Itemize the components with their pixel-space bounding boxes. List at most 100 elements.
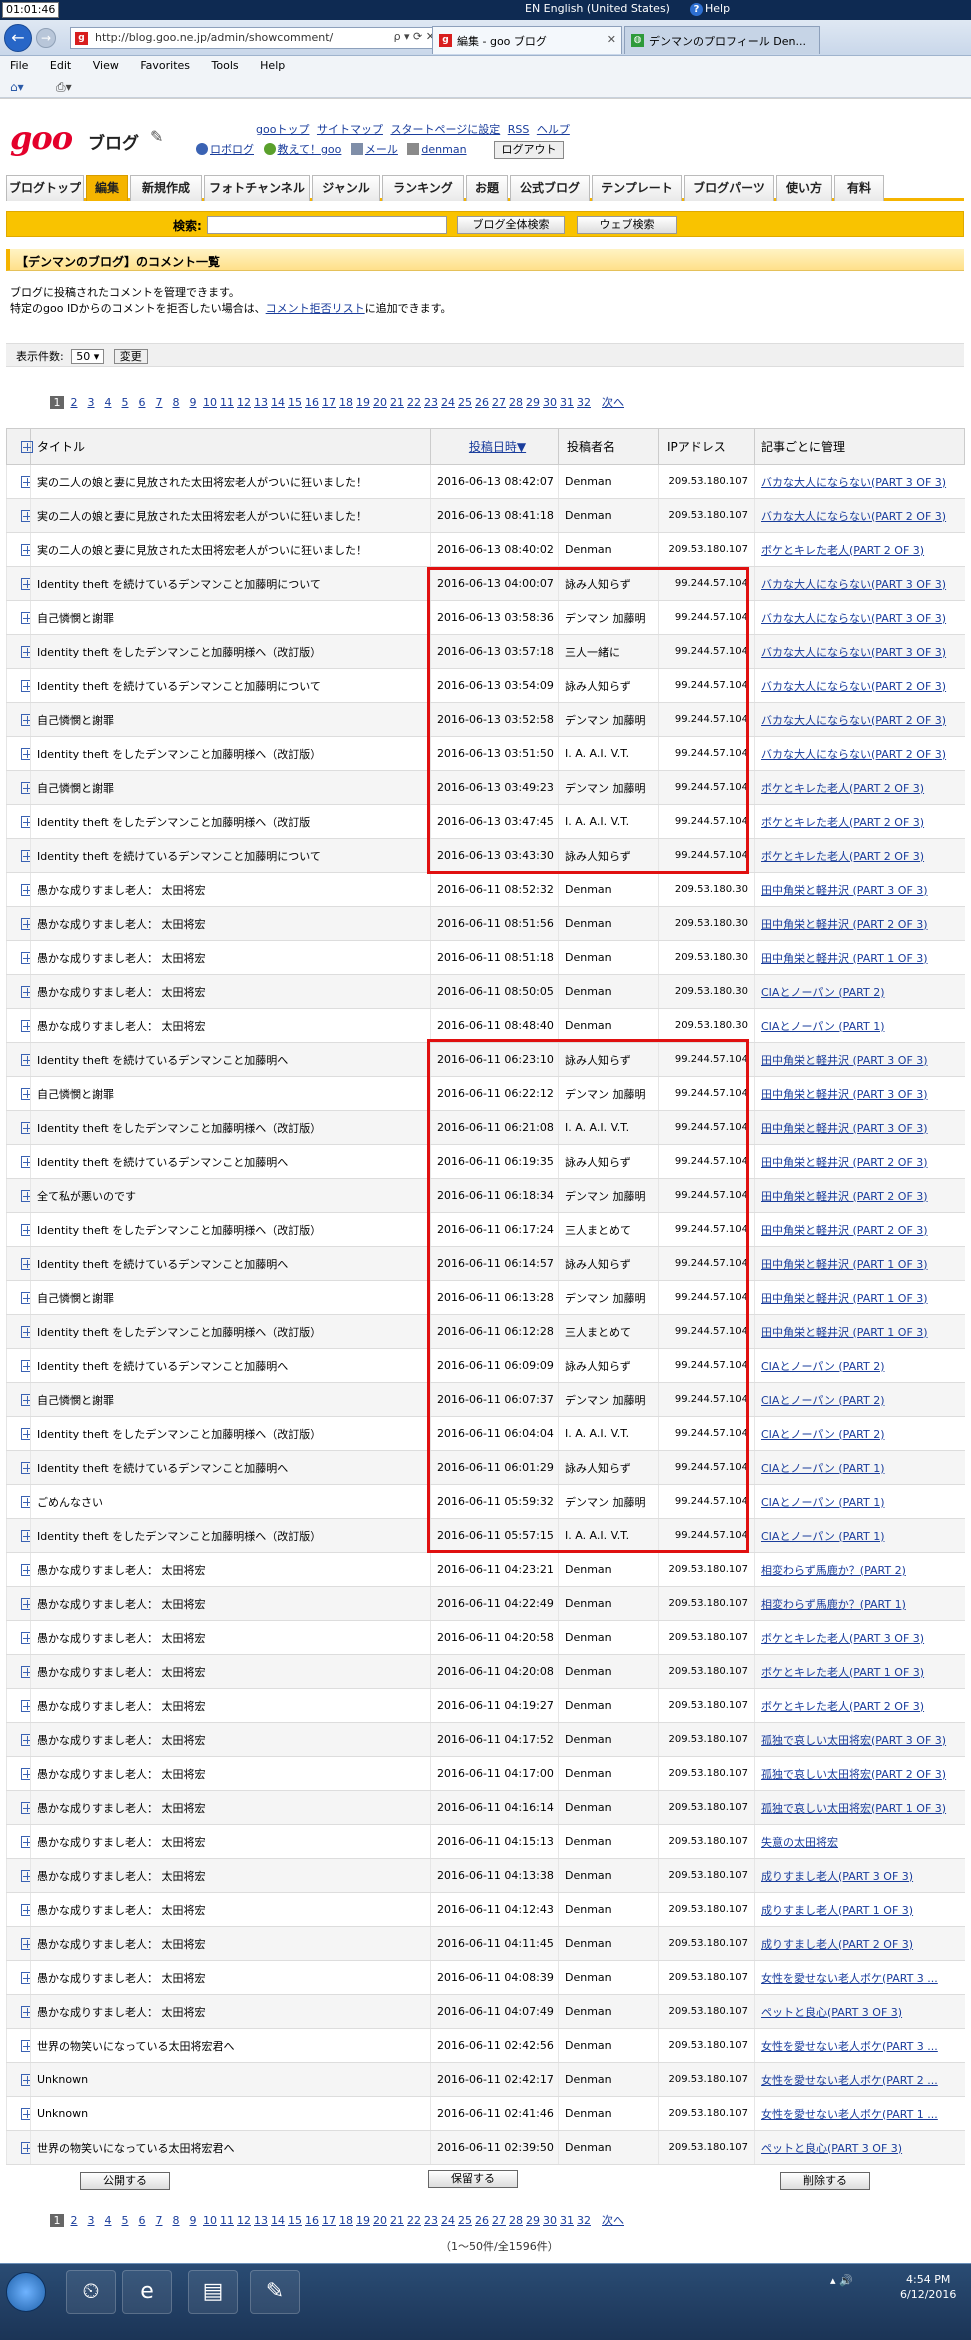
page-link[interactable]: 28 <box>509 2214 523 2227</box>
page-link[interactable]: 12 <box>237 396 251 409</box>
page-link[interactable]: 22 <box>407 2214 421 2227</box>
nav-photo-channel[interactable]: フォトチャンネル <box>204 175 310 201</box>
comment-title[interactable]: Identity theft をしたデンマンこと加藤明様へ（改訂版） <box>30 1110 431 1145</box>
article-link[interactable]: CIAとノーパン (PART 2) <box>761 1428 884 1441</box>
comment-title[interactable]: Identity theft を続けているデンマンこと加藤明について <box>30 566 431 601</box>
page-link[interactable]: 23 <box>424 396 438 409</box>
page-link[interactable]: 21 <box>390 2214 404 2227</box>
article-link[interactable]: ボケとキレた老人(PART 2 OF 3) <box>761 544 924 557</box>
row-checkbox[interactable] <box>6 1994 31 2029</box>
logout-button[interactable]: ログアウト <box>494 141 564 159</box>
search-web-button[interactable]: ウェブ検索 <box>577 216 677 234</box>
nav-howto[interactable]: 使い方 <box>776 175 832 201</box>
article-link[interactable]: 田中角栄と軽井沢 (PART 1 OF 3) <box>761 952 928 965</box>
page-link[interactable]: 11 <box>220 396 234 409</box>
page-link[interactable]: 4 <box>101 2214 115 2227</box>
nav-genre[interactable]: ジャンル <box>312 175 380 201</box>
row-checkbox[interactable] <box>6 668 31 703</box>
article-link[interactable]: 田中角栄と軽井沢 (PART 2 OF 3) <box>761 918 928 931</box>
page-link[interactable]: 24 <box>441 2214 455 2227</box>
comment-title[interactable]: Identity theft をしたデンマンこと加藤明様へ（改訂版） <box>30 1212 431 1247</box>
back-button[interactable]: ← <box>4 24 32 52</box>
page-link[interactable]: 7 <box>152 2214 166 2227</box>
row-checkbox[interactable] <box>6 1688 31 1723</box>
paint-app-icon[interactable]: ✎ <box>250 2270 300 2314</box>
menu-favorites[interactable]: Favorites <box>140 59 190 72</box>
page-link[interactable]: 26 <box>475 2214 489 2227</box>
row-checkbox[interactable] <box>6 872 31 907</box>
language-indicator[interactable]: EN English (United States) <box>525 2 670 15</box>
comment-title[interactable]: 世界の物笑いになっている太田将宏君へ <box>30 2028 431 2063</box>
article-link[interactable]: ボケとキレた老人(PART 2 OF 3) <box>761 850 924 863</box>
article-link[interactable]: CIAとノーパン (PART 2) <box>761 1360 884 1373</box>
page-link[interactable]: 23 <box>424 2214 438 2227</box>
article-link[interactable]: 相変わらず馬鹿か？(PART 2) <box>761 1564 906 1577</box>
page-link[interactable]: 17 <box>322 396 336 409</box>
page-link[interactable]: 25 <box>458 396 472 409</box>
change-button[interactable]: 変更 <box>113 349 148 364</box>
comment-title[interactable]: Identity theft を続けているデンマンこと加藤明へ <box>30 1042 431 1077</box>
comment-title[interactable]: 自己憐憫と謝罪 <box>30 1382 431 1417</box>
comment-title[interactable]: Identity theft を続けているデンマンこと加藤明へ <box>30 1246 431 1281</box>
comment-title[interactable]: 愚かな成りすまし老人： 太田将宏 <box>30 940 431 975</box>
page-link[interactable]: 4 <box>101 396 115 409</box>
article-link[interactable]: 田中角栄と軽井沢 (PART 1 OF 3) <box>761 1326 928 1339</box>
comment-title[interactable]: 愚かな成りすまし老人： 太田将宏 <box>30 1824 431 1859</box>
article-link[interactable]: 田中角栄と軽井沢 (PART 2 OF 3) <box>761 1190 928 1203</box>
page-link[interactable]: 18 <box>339 2214 353 2227</box>
row-checkbox[interactable] <box>6 1348 31 1383</box>
page-link[interactable]: 3 <box>84 2214 98 2227</box>
article-link[interactable]: 女性を愛せない老人ボケ(PART 3 ... <box>761 1972 938 1985</box>
link-comment-reject-list[interactable]: コメント拒否リスト <box>266 302 365 315</box>
menu-tools[interactable]: Tools <box>212 59 239 72</box>
nav-paid[interactable]: 有料 <box>834 175 884 201</box>
comment-title[interactable]: 自己憐憫と謝罪 <box>30 600 431 635</box>
page-link[interactable]: 9 <box>186 396 200 409</box>
comment-title[interactable]: 愚かな成りすまし老人： 太田将宏 <box>30 1756 431 1791</box>
row-checkbox[interactable] <box>6 1620 31 1655</box>
link-rss[interactable]: RSS <box>508 123 530 136</box>
article-link[interactable]: 田中角栄と軽井沢 (PART 2 OF 3) <box>761 1224 928 1237</box>
search-input[interactable] <box>207 216 447 234</box>
article-link[interactable]: 女性を愛せない老人ボケ(PART 2 ... <box>761 2074 938 2087</box>
page-link[interactable]: 22 <box>407 396 421 409</box>
print-icon[interactable]: ⎙▾ <box>56 80 72 95</box>
page-link[interactable]: 28 <box>509 396 523 409</box>
article-link[interactable]: 成りすまし老人(PART 2 OF 3) <box>761 1938 913 1951</box>
link-mail[interactable]: メール <box>365 143 398 156</box>
article-link[interactable]: バカな大人にならない(PART 3 OF 3) <box>761 578 946 591</box>
page-link[interactable]: 16 <box>305 2214 319 2227</box>
comment-title[interactable]: 愚かな成りすまし老人： 太田将宏 <box>30 1960 431 1995</box>
select-all-checkbox[interactable] <box>6 428 33 465</box>
page-link[interactable]: 5 <box>118 2214 132 2227</box>
link-goo-top[interactable]: gooトップ <box>256 123 309 136</box>
row-checkbox[interactable] <box>6 1790 31 1825</box>
row-checkbox[interactable] <box>6 1824 31 1859</box>
system-tray[interactable]: ▴ 🔊 <box>830 2274 853 2287</box>
nav-odai[interactable]: お題 <box>466 175 508 201</box>
comment-title[interactable]: ごめんなさい <box>30 1484 431 1519</box>
article-link[interactable]: バカな大人にならない(PART 2 OF 3) <box>761 510 946 523</box>
nav-blog-top[interactable]: ブログトップ <box>6 175 84 201</box>
comment-title[interactable]: Unknown <box>30 2062 431 2097</box>
page-link[interactable]: 31 <box>560 2214 574 2227</box>
address-tools[interactable]: ρ ▾ ⟳ ✕ <box>394 30 435 43</box>
row-checkbox[interactable] <box>6 1960 31 1995</box>
comment-title[interactable]: 自己憐憫と謝罪 <box>30 1076 431 1111</box>
article-link[interactable]: 失意の太田将宏 <box>761 1836 838 1849</box>
article-link[interactable]: CIAとノーパン (PART 1) <box>761 1462 884 1475</box>
comment-title[interactable]: 実の二人の娘と妻に見放された太田将宏老人がついに狂いました！ <box>30 532 431 567</box>
page-link[interactable]: 2 <box>67 396 81 409</box>
link-set-start[interactable]: スタートページに設定 <box>390 123 500 136</box>
comment-title[interactable]: 自己憐憫と謝罪 <box>30 702 431 737</box>
comment-title[interactable]: 愚かな成りすまし老人： 太田将宏 <box>30 1994 431 2029</box>
comment-title[interactable]: Identity theft をしたデンマンこと加藤明様へ（改訂版） <box>30 1314 431 1349</box>
article-link[interactable]: 田中角栄と軽井沢 (PART 3 OF 3) <box>761 1054 928 1067</box>
comment-title[interactable]: 全て私が悪いのです <box>30 1178 431 1213</box>
article-link[interactable]: 成りすまし老人(PART 1 OF 3) <box>761 1904 913 1917</box>
comment-title[interactable]: Identity theft をしたデンマンこと加藤明様へ（改訂版） <box>30 634 431 669</box>
nav-new[interactable]: 新規作成 <box>130 175 202 201</box>
page-link[interactable]: 30 <box>543 396 557 409</box>
comment-title[interactable]: Identity theft をしたデンマンこと加藤明様へ（改訂版） <box>30 1416 431 1451</box>
page-link[interactable]: 15 <box>288 2214 302 2227</box>
